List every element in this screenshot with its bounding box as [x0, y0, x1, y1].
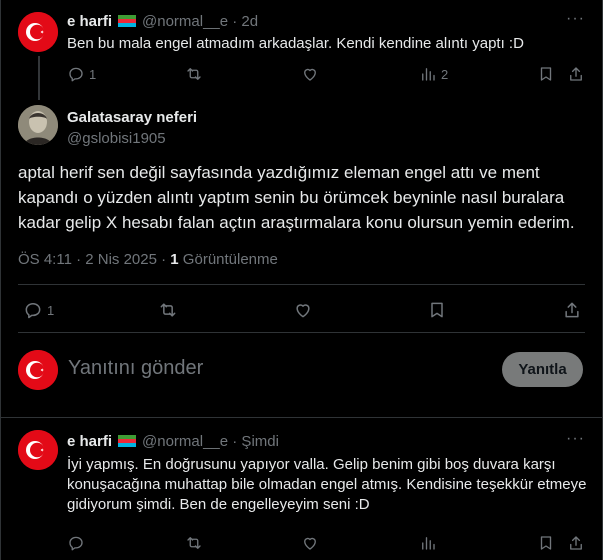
avatar[interactable]: [18, 430, 58, 470]
reply-icon: [69, 536, 83, 551]
bookmark-button[interactable]: [537, 65, 555, 83]
views-button[interactable]: 2: [419, 65, 448, 83]
reply-input[interactable]: Yanıtını gönder: [68, 357, 203, 380]
timestamp-views: ÖS 4:11 · 2 Nis 2025 · 1 Görüntülenme: [18, 251, 278, 268]
more-icon[interactable]: ···: [566, 430, 585, 448]
reply-button[interactable]: 1: [67, 65, 96, 83]
views-icon: [422, 68, 435, 81]
views-label: Görüntülenme: [178, 251, 278, 268]
retweet-button[interactable]: [158, 300, 178, 320]
like-icon: [304, 68, 316, 81]
reply-count: 1: [47, 302, 55, 318]
thread-connector: [38, 56, 40, 100]
author-name[interactable]: Galatasaray neferi: [67, 109, 197, 126]
reply-icon: [25, 303, 41, 319]
bookmark-icon: [540, 67, 552, 81]
views-number: 1: [170, 251, 179, 268]
views-icon: [422, 537, 435, 550]
avatar[interactable]: [18, 105, 58, 145]
handle-time[interactable]: @normal__e · 2d: [142, 13, 258, 30]
profile-photo: [18, 105, 58, 145]
divider: [18, 332, 585, 333]
azerbaijan-flag-icon: [118, 15, 136, 27]
reply-button[interactable]: 1: [23, 300, 54, 320]
reply-button[interactable]: [67, 534, 85, 552]
turkish-flag-icon: [18, 12, 58, 52]
divider: [1, 417, 602, 418]
share-button[interactable]: [567, 534, 585, 552]
bookmark-icon: [540, 536, 552, 550]
handle-time[interactable]: @normal__e · Şimdi: [142, 433, 279, 450]
share-icon: [570, 536, 582, 550]
author-name[interactable]: e harfi: [67, 13, 112, 30]
turkish-flag-icon: [18, 430, 58, 470]
share-button[interactable]: [562, 300, 582, 320]
author-name[interactable]: e harfi: [67, 433, 112, 450]
retweet-icon: [160, 303, 176, 317]
like-button[interactable]: [301, 534, 319, 552]
tweet-text: aptal herif sen değil sayfasında yazdığı…: [18, 163, 575, 232]
tweet-text: İyi yapmış. En doğrusunu yapıyor valla. …: [67, 456, 587, 513]
retweet-button[interactable]: [185, 65, 203, 83]
reply-submit-button[interactable]: Yanıtla: [502, 352, 583, 387]
divider: [18, 284, 585, 285]
turkish-flag-icon: [18, 350, 58, 390]
time-date[interactable]: ÖS 4:11 · 2 Nis 2025 ·: [18, 251, 170, 268]
like-button[interactable]: [301, 65, 319, 83]
more-icon[interactable]: ···: [566, 10, 585, 28]
conversation-thread: e harfi @normal__e · 2d ··· Ben bu mala …: [0, 0, 603, 560]
like-icon: [296, 304, 310, 318]
retweet-button[interactable]: [185, 534, 203, 552]
reply-count: 1: [89, 66, 97, 82]
bookmark-button[interactable]: [427, 300, 447, 320]
view-count: 2: [441, 66, 449, 82]
avatar[interactable]: [18, 12, 58, 52]
reply-icon: [69, 67, 83, 82]
tweet-text: Ben bu mala engel atmadım arkadaşlar. Ke…: [67, 35, 524, 52]
author-handle[interactable]: @gslobisi1905: [67, 130, 166, 147]
share-icon: [570, 67, 582, 81]
like-icon: [304, 537, 316, 550]
retweet-icon: [187, 537, 201, 549]
azerbaijan-flag-icon: [118, 435, 136, 447]
share-button[interactable]: [567, 65, 585, 83]
retweet-icon: [187, 68, 201, 80]
avatar: [18, 350, 58, 390]
like-button[interactable]: [293, 300, 313, 320]
bookmark-icon: [431, 302, 443, 318]
share-icon: [565, 302, 579, 318]
bookmark-button[interactable]: [537, 534, 555, 552]
views-button[interactable]: [419, 534, 437, 552]
